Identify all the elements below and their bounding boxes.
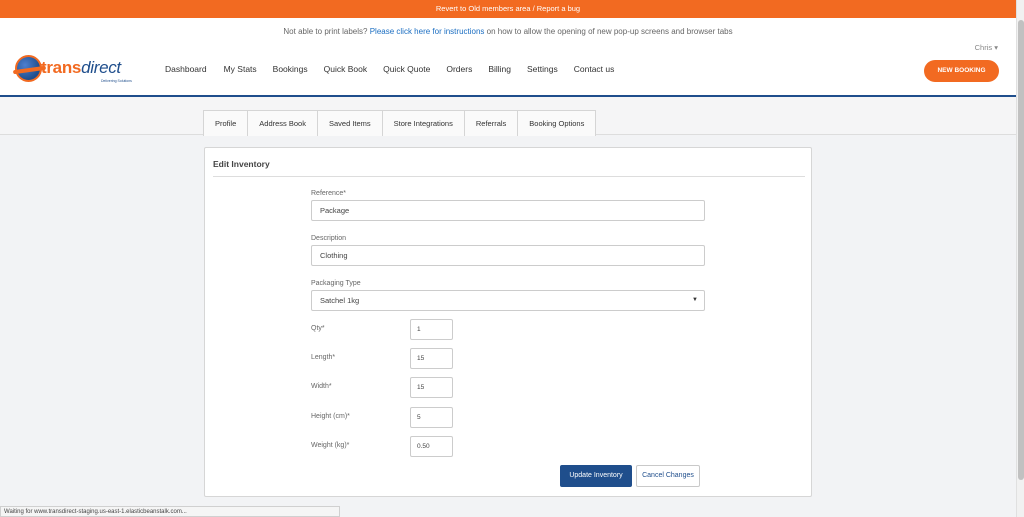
weight-field[interactable]: 0.50 (410, 436, 453, 457)
new-booking-button[interactable]: NEW BOOKING (924, 60, 999, 82)
title-divider (213, 176, 805, 177)
notice-suffix: on how to allow the opening of new pop-u… (486, 27, 733, 36)
nav-dashboard[interactable]: Dashboard (165, 64, 207, 74)
main-nav: Dashboard My Stats Bookings Quick Book Q… (165, 64, 630, 74)
report-bug-bar[interactable]: Revert to Old members area / Report a bu… (0, 0, 1016, 18)
tab-saved-items[interactable]: Saved Items (316, 110, 383, 136)
tab-profile[interactable]: Profile (203, 110, 249, 136)
page-scrollbar[interactable] (1016, 0, 1024, 517)
length-field[interactable]: 15 (410, 348, 453, 369)
tab-store-integrations[interactable]: Store Integrations (381, 110, 465, 136)
description-field[interactable]: Clothing (311, 245, 705, 266)
nav-settings[interactable]: Settings (527, 64, 558, 74)
account-tabs-band: Profile Address Book Saved Items Store I… (0, 97, 1016, 136)
tab-booking-options[interactable]: Booking Options (517, 110, 597, 136)
nav-my-stats[interactable]: My Stats (224, 64, 257, 74)
tab-referrals[interactable]: Referrals (463, 110, 519, 136)
transdirect-logo[interactable]: transdirect Delivering Solutions (15, 55, 133, 89)
browser-status-bar: Waiting for www.transdirect-staging.us-e… (0, 506, 340, 517)
logo-tagline: Delivering Solutions (101, 79, 132, 83)
page-title: Edit Inventory (213, 159, 270, 169)
tab-address-book[interactable]: Address Book (247, 110, 318, 136)
globe-icon (15, 55, 42, 82)
logo-wordmark: transdirect (41, 58, 121, 77)
width-field[interactable]: 15 (410, 377, 453, 398)
user-menu[interactable]: Chris ▾ (975, 43, 998, 52)
height-label: Height (cm)* (311, 413, 350, 420)
packaging-type-select[interactable]: Satchel 1kg ▼ (311, 290, 705, 311)
length-label: Length* (311, 354, 336, 361)
chevron-down-icon: ▾ (994, 43, 998, 52)
description-label: Description (311, 235, 347, 242)
nav-contact-us[interactable]: Contact us (574, 64, 615, 74)
qty-field[interactable]: 1 (410, 319, 453, 340)
user-name: Chris (974, 43, 993, 52)
edit-inventory-card: Edit Inventory Reference* Package Descri… (204, 147, 812, 497)
update-inventory-button[interactable]: Update Inventory (560, 465, 632, 487)
nav-quick-quote[interactable]: Quick Quote (383, 64, 430, 74)
height-field[interactable]: 5 (410, 407, 453, 428)
weight-label: Weight (kg)* (311, 442, 350, 449)
packaging-type-label: Packaging Type (311, 280, 361, 287)
packaging-type-value: Satchel 1kg (320, 296, 360, 305)
qty-label: Qty* (311, 325, 325, 332)
site-header: Not able to print labels? Please click h… (0, 18, 1016, 97)
nav-quick-book[interactable]: Quick Book (324, 64, 367, 74)
nav-bookings[interactable]: Bookings (273, 64, 308, 74)
notice-prefix: Not able to print labels? (283, 27, 368, 36)
dropdown-caret-icon: ▼ (692, 297, 698, 303)
nav-billing[interactable]: Billing (488, 64, 511, 74)
instructions-link[interactable]: Please click here for instructions (370, 27, 485, 36)
width-label: Width* (311, 383, 332, 390)
scrollbar-thumb[interactable] (1018, 20, 1024, 480)
print-labels-notice: Not able to print labels? Please click h… (0, 27, 1016, 36)
cancel-changes-button[interactable]: Cancel Changes (636, 465, 700, 487)
nav-orders[interactable]: Orders (446, 64, 472, 74)
reference-label: Reference* (311, 190, 347, 197)
reference-field[interactable]: Package (311, 200, 705, 221)
account-tabs: Profile Address Book Saved Items Store I… (203, 110, 597, 136)
